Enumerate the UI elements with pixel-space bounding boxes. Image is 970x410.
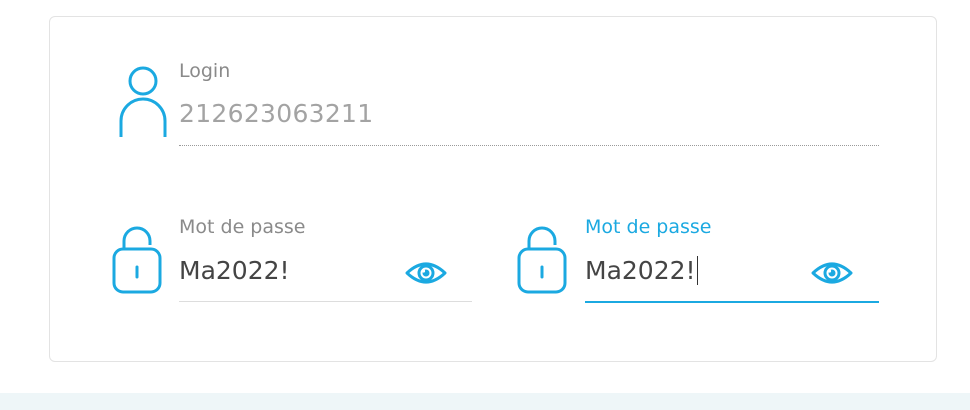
password-confirm-underline [585, 301, 879, 303]
eye-icon[interactable] [405, 261, 447, 285]
password-confirm-input[interactable]: Ma2022! [585, 255, 698, 287]
password-confirm-value: Ma2022! [585, 256, 696, 285]
password-confirm-label: Mot de passe [585, 216, 712, 238]
user-icon [119, 66, 167, 137]
footer-band [0, 393, 970, 410]
password-underline [179, 301, 472, 302]
lock-icon [517, 226, 567, 294]
login-underline [179, 145, 879, 146]
text-caret [696, 255, 698, 285]
login-form-card: Login 212623063211 Mot de passe Ma2022! … [49, 16, 937, 362]
password-label: Mot de passe [179, 216, 306, 238]
page: Login 212623063211 Mot de passe Ma2022! … [0, 0, 970, 410]
login-label: Login [179, 60, 231, 82]
password-input[interactable]: Ma2022! [179, 256, 290, 286]
login-input[interactable]: 212623063211 [179, 99, 373, 129]
lock-icon [112, 226, 162, 294]
eye-icon[interactable] [811, 261, 853, 285]
